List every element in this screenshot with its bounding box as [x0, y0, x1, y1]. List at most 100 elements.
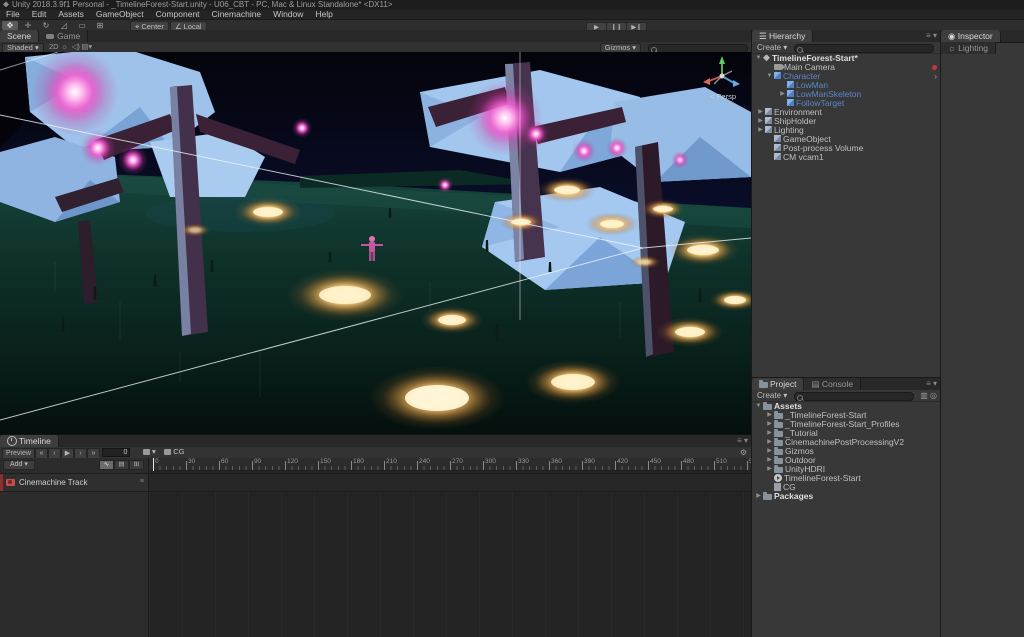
asset-icon — [774, 483, 781, 491]
cinemachine-track-header[interactable]: Cinemachine Track ≡ — [0, 473, 148, 492]
hierarchy-item-postprocess-volume[interactable]: Post-process Volume — [752, 144, 940, 153]
ruler-label: 210 — [386, 458, 397, 465]
hierarchy-item-scene-root[interactable]: ▼TimelineForest-Start* — [752, 54, 940, 63]
ruler-label: 330 — [518, 458, 529, 465]
hierarchy-item-lowmanskeleton[interactable]: ▶LowManSkeleton — [752, 90, 940, 99]
menu-file[interactable]: File — [6, 9, 20, 19]
tab-lighting[interactable]: ☼ Lighting — [941, 42, 996, 54]
expander-icon[interactable]: ▼ — [754, 54, 763, 63]
menu-help[interactable]: Help — [315, 9, 332, 19]
project-item-packages[interactable]: ▶Packages — [752, 492, 940, 501]
prefab-arrow-icon[interactable]: › — [934, 72, 937, 81]
scene-area: SceneGame Shaded ▾ 2D☼◁)▤▾ Gizmos ▾ — [0, 30, 751, 637]
curves-view-button[interactable]: ∿ — [99, 460, 114, 470]
prefab-cube-icon — [787, 99, 794, 106]
hierarchy-create-row: Create ▾ — [752, 42, 940, 54]
project-create-row: Create ▾ ▥ ◎ — [752, 390, 940, 402]
ruler-label: 60 — [221, 458, 228, 465]
add-track-button[interactable]: Add ▾ — [3, 460, 35, 470]
expander-icon[interactable]: ▶ — [765, 456, 774, 465]
project-item-folder[interactable]: ▶_TimelineForest-Start_Profiles — [752, 420, 940, 429]
expander-icon[interactable]: ▶ — [765, 465, 774, 474]
folder-icon — [774, 458, 783, 464]
search-icon — [797, 395, 803, 401]
director-camera-chip[interactable]: ▾ — [143, 447, 156, 456]
cube-icon — [774, 144, 781, 151]
rotate-tool-button[interactable]: ↻ — [38, 21, 54, 30]
menu-edit[interactable]: Edit — [32, 9, 47, 19]
tab-console[interactable]: ▤ Console — [804, 378, 861, 390]
markers-view-button[interactable]: ⊞ — [129, 460, 144, 470]
transform-tool-button[interactable]: ⊞ — [92, 21, 108, 30]
timeline-panel-menu[interactable]: ≡ ▾ — [737, 435, 748, 447]
tab-project-label: Project — [770, 379, 796, 389]
tab-game[interactable]: Game — [39, 30, 88, 42]
rect-tool-button[interactable]: ▭ — [74, 21, 90, 30]
scene-viewport[interactable]: < Persp — [0, 52, 751, 434]
unity-scene-icon — [763, 54, 770, 61]
hierarchy-item-cm-vcam1[interactable]: CM vcam1 — [752, 153, 940, 162]
hierarchy-create-button[interactable]: Create ▾ — [754, 43, 790, 52]
cube-icon — [774, 153, 781, 160]
cinemachine-track-lane[interactable] — [149, 473, 751, 492]
hierarchy-item-main-camera[interactable]: Main Camera — [752, 63, 940, 72]
timeline-clip-area[interactable] — [149, 471, 751, 637]
expander-icon[interactable]: ▶ — [765, 429, 774, 438]
tab-timeline[interactable]: Timeline — [0, 435, 59, 447]
ruler-label: 360 — [551, 458, 562, 465]
ruler-label: 420 — [617, 458, 628, 465]
project-panel-menu[interactable]: ≡ ▾ — [926, 378, 937, 390]
expander-icon[interactable]: ▶ — [765, 411, 774, 420]
hierarchy-item-lighting[interactable]: ▶Lighting — [752, 126, 940, 135]
hierarchy-search-input[interactable] — [794, 44, 934, 53]
project-item-timeline-asset[interactable]: TimelineForest-Start — [752, 474, 940, 483]
tab-project[interactable]: Project — [752, 378, 804, 390]
timeline-settings-gear-icon[interactable]: ⚙ — [740, 448, 747, 457]
hierarchy-panel: ☰ Hierarchy ≡ ▾ Create ▾ ▼TimelineForest… — [751, 30, 940, 378]
menu-window[interactable]: Window — [273, 9, 303, 19]
menu-component[interactable]: Component — [156, 9, 200, 19]
audio-toggle-icon[interactable]: ◁) — [70, 42, 81, 52]
expander-icon[interactable]: ▼ — [765, 72, 774, 81]
expander-icon[interactable]: ▶ — [765, 447, 774, 456]
tab-hierarchy[interactable]: ☰ Hierarchy — [752, 30, 813, 42]
timeline-ruler[interactable]: 0 30 60 90 120 150 180 210 240 270 300 3… — [149, 458, 751, 471]
menu-cinemachine[interactable]: Cinemachine — [212, 9, 262, 19]
expander-icon[interactable]: ▶ — [765, 438, 774, 447]
project-create-button[interactable]: Create ▾ — [754, 391, 790, 400]
folder-icon — [774, 449, 783, 455]
project-item-folder[interactable]: ▶Gizmos — [752, 447, 940, 456]
hierarchy-item-character[interactable]: ▼Character› — [752, 72, 940, 81]
inspector-tab-bar: ◉ Inspector☼ Lighting — [941, 30, 1024, 43]
expander-icon[interactable]: ▶ — [754, 492, 763, 501]
scale-tool-button[interactable]: ◿ — [56, 21, 72, 30]
timeline-playhead[interactable] — [153, 458, 154, 471]
project-search-filter-icons[interactable]: ▥ ◎ — [920, 391, 937, 400]
inspector-panel: ◉ Inspector☼ Lighting — [940, 30, 1024, 637]
clips-view-button[interactable]: ▤ — [114, 460, 129, 470]
menu-assets[interactable]: Assets — [58, 9, 84, 19]
perspective-label[interactable]: < Persp — [700, 92, 746, 101]
frame-field[interactable]: 0 — [102, 448, 130, 457]
expander-icon[interactable]: ▶ — [765, 420, 774, 429]
expander-icon[interactable]: ▼ — [754, 402, 763, 411]
project-item-folder[interactable]: ▶Outdoor — [752, 456, 940, 465]
project-item-folder[interactable]: ▶CinemachinePostProcessingV2 — [752, 438, 940, 447]
hand-tool-button[interactable]: ✥ — [2, 21, 18, 30]
track-menu-icon[interactable]: ≡ — [140, 478, 144, 485]
project-search-input[interactable] — [794, 392, 914, 401]
tab-inspector[interactable]: ◉ Inspector — [941, 30, 1001, 42]
menu-gameobject[interactable]: GameObject — [96, 9, 144, 19]
expander-icon[interactable]: ▶ — [756, 117, 765, 126]
tab-lighting-label: Lighting — [958, 43, 988, 53]
effects-toggle-icon[interactable]: ▤▾ — [81, 42, 92, 52]
expander-icon[interactable]: ▶ — [756, 126, 765, 135]
director-binding-chip[interactable]: CG — [164, 447, 184, 456]
tab-scene[interactable]: Scene — [0, 30, 39, 42]
hierarchy-panel-menu[interactable]: ≡ ▾ — [926, 30, 937, 42]
move-tool-button[interactable]: ✛ — [20, 21, 36, 30]
lighting-toggle-icon[interactable]: ☼ — [59, 42, 70, 52]
2d-toggle[interactable]: 2D — [48, 42, 59, 52]
expander-icon[interactable]: ▶ — [756, 108, 765, 117]
expander-icon[interactable]: ▶ — [778, 90, 787, 99]
